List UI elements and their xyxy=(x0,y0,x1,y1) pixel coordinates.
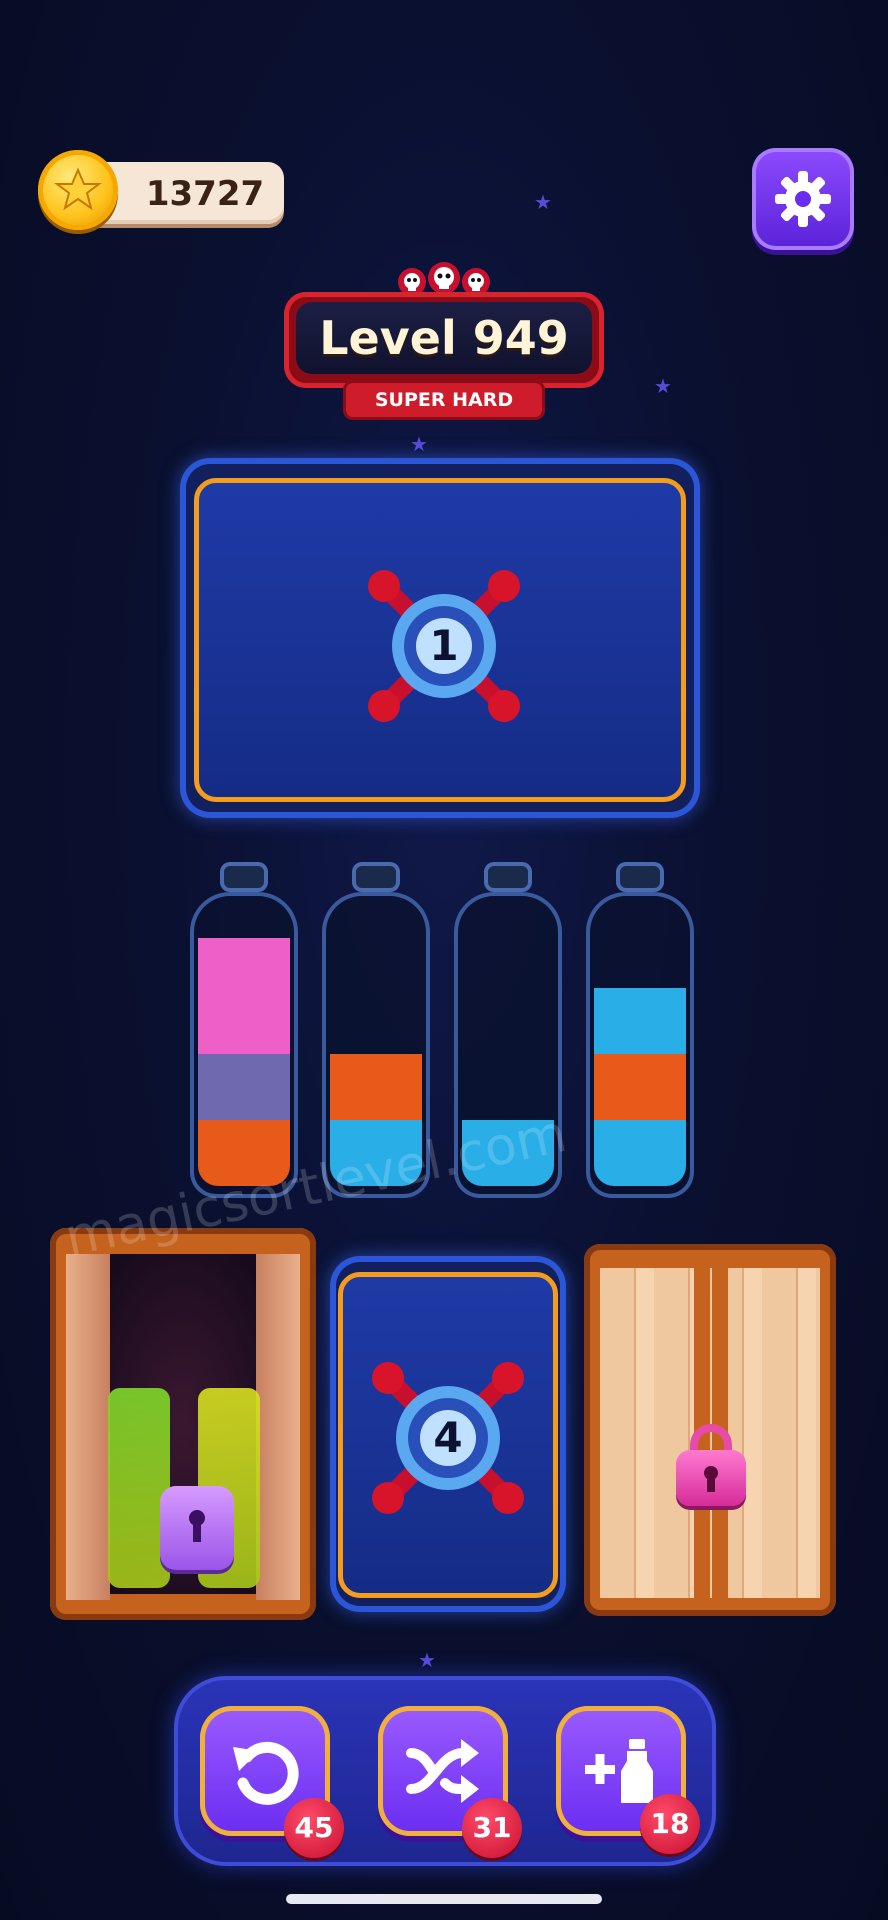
star-coin-icon xyxy=(38,150,118,230)
liquid-layer xyxy=(594,1120,686,1186)
liquid-layer xyxy=(198,938,290,1054)
closet-door-left xyxy=(66,1254,110,1600)
closet-door-right xyxy=(256,1254,300,1600)
settings-button[interactable] xyxy=(752,148,854,250)
liquid-layer xyxy=(198,1054,290,1120)
star-icon: ★ xyxy=(418,1648,436,1672)
bottle-cap xyxy=(484,862,532,892)
unlock-number: 4 xyxy=(433,1413,463,1462)
difficulty-badge: SUPER HARD xyxy=(343,380,545,420)
undo-icon xyxy=(233,1741,299,1805)
star-icon: ★ xyxy=(410,432,428,456)
add-bottle-icon xyxy=(585,1739,653,1803)
liquid-layer xyxy=(330,1054,422,1120)
liquid-layer xyxy=(594,988,686,1054)
liquid-layer xyxy=(594,1054,686,1120)
star-icon: ★ xyxy=(654,374,672,398)
star-icon: ★ xyxy=(534,190,552,214)
unlock-number: 1 xyxy=(429,621,459,670)
purple-lock-icon xyxy=(160,1486,234,1570)
bottle-cap xyxy=(220,862,268,892)
gear-icon xyxy=(775,171,831,227)
add-bottle-count: 18 xyxy=(640,1794,700,1854)
undo-count: 45 xyxy=(284,1798,344,1858)
level-title: Level 949 xyxy=(319,311,569,365)
bottle-cap xyxy=(352,862,400,892)
pink-lock-icon xyxy=(676,1424,746,1506)
bottle-cap xyxy=(616,862,664,892)
shuffle-icon xyxy=(406,1739,479,1803)
coin-value: 13727 xyxy=(145,174,265,214)
home-indicator[interactable] xyxy=(286,1894,602,1904)
shuffle-count: 31 xyxy=(462,1798,522,1858)
